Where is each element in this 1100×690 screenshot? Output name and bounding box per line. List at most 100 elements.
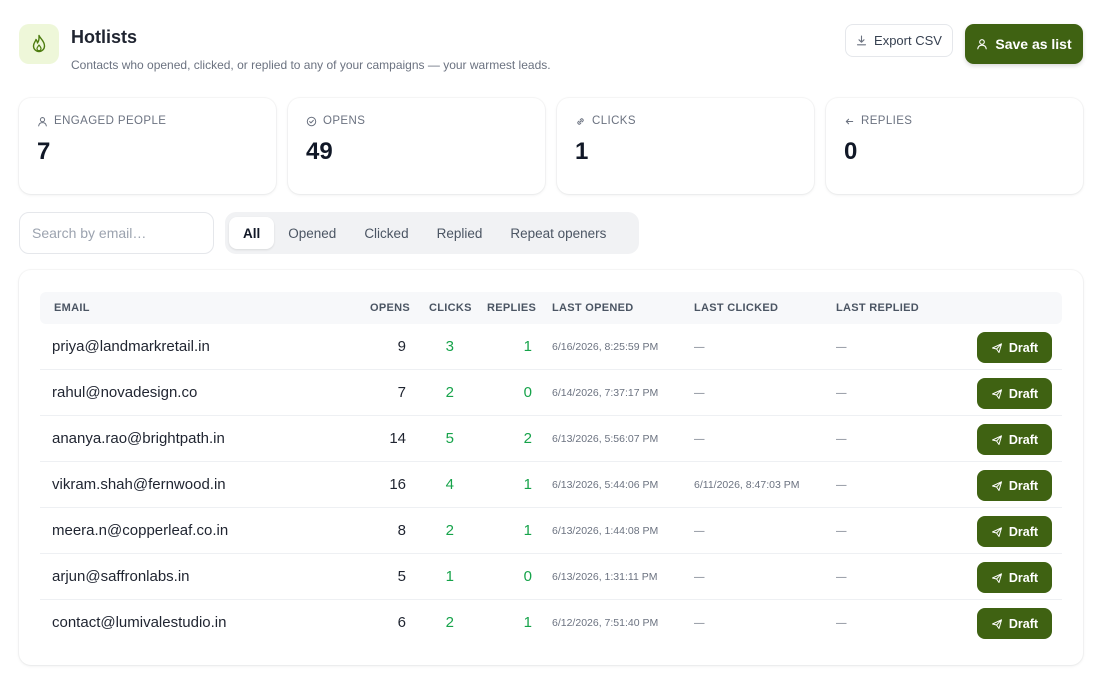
row-email: contact@lumivalestudio.in (52, 614, 227, 631)
row-last-replied: — (836, 617, 847, 629)
row-last-replied: — (836, 525, 847, 537)
draft-label: Draft (1008, 616, 1039, 631)
tab-repeat-openers[interactable]: Repeat openers (496, 217, 620, 249)
column-opens: OPENS (370, 302, 411, 314)
search-input[interactable] (19, 212, 214, 254)
row-last-opened: 6/13/2026, 1:31:11 PM (552, 571, 658, 583)
row-last-replied: — (836, 571, 847, 583)
row-email: arjun@saffronlabs.in (52, 568, 190, 585)
row-replies: 1 (523, 338, 532, 355)
flame-icon (32, 34, 46, 53)
row-email: vikram.shah@fernwood.in (52, 476, 226, 493)
stat-opens: OPENS 49 (288, 98, 545, 194)
stat-replies: REPLIES 0 (826, 98, 1083, 194)
export-csv-label: Export CSV (874, 33, 942, 48)
row-email: rahul@novadesign.co (52, 384, 198, 401)
draft-label: Draft (1008, 478, 1039, 493)
stat-engaged-people: ENGAGED PEOPLE 7 (19, 98, 276, 194)
row-last-replied: — (836, 387, 847, 399)
column-email: EMAIL (54, 302, 90, 314)
draft-button[interactable]: Draft (977, 562, 1052, 593)
stat-value: 1 (575, 138, 589, 165)
row-replies: 0 (523, 568, 532, 585)
row-replies: 1 (523, 522, 532, 539)
row-replies: 1 (523, 476, 532, 493)
column-last-opened: LAST OPENED (552, 302, 634, 314)
table-row: arjun@saffronlabs.in 5 1 0 6/13/2026, 1:31:1… (40, 554, 1062, 600)
table-row: contact@lumivalestudio.in 6 2 1 6/12/2026, 7… (40, 600, 1062, 646)
draft-button[interactable]: Draft (977, 608, 1052, 639)
table-row: rahul@novadesign.co 7 2 0 6/14/2026, 7:37:17… (40, 370, 1062, 416)
column-last-replied: LAST REPLIED (836, 302, 920, 314)
row-last-opened: 6/13/2026, 1:44:08 PM (552, 525, 659, 537)
row-replies: 0 (523, 384, 532, 401)
table-row: priya@landmarkretail.in 9 3 1 6/16/2026, 8:2… (40, 324, 1062, 370)
row-opens: 5 (397, 568, 406, 585)
send-icon (991, 572, 1002, 583)
row-last-clicked: — (694, 433, 705, 445)
tab-all[interactable]: All (229, 217, 275, 249)
send-icon (991, 434, 1002, 445)
reply-icon (845, 118, 854, 124)
users-icon (38, 116, 47, 126)
row-last-replied: — (836, 479, 847, 491)
row-opens: 6 (397, 614, 406, 631)
row-last-opened: 6/13/2026, 5:56:07 PM (552, 433, 659, 445)
tab-clicked[interactable]: Clicked (350, 217, 422, 249)
draft-button[interactable]: Draft (977, 378, 1052, 409)
draft-button[interactable]: Draft (977, 424, 1052, 455)
row-last-opened: 6/12/2026, 7:51:40 PM (552, 617, 659, 629)
row-last-replied: — (836, 433, 847, 445)
send-icon (991, 618, 1002, 629)
stats-row: ENGAGED PEOPLE 7 OPENS 49 CLICKS 1 REPLI… (19, 98, 1083, 194)
save-as-list-label: Save as list (995, 36, 1072, 52)
stat-label: REPLIES (861, 115, 913, 127)
row-email: meera.n@copperleaf.co.in (52, 522, 229, 539)
draft-button[interactable]: Draft (977, 470, 1052, 501)
row-clicks: 1 (445, 568, 454, 585)
draft-label: Draft (1008, 432, 1039, 447)
row-last-clicked: — (694, 387, 705, 399)
export-csv-button[interactable]: Export CSV (845, 24, 953, 57)
stat-label: ENGAGED PEOPLE (54, 115, 167, 127)
draft-button[interactable]: Draft (977, 332, 1052, 363)
row-email: priya@landmarkretail.in (52, 338, 210, 355)
row-email: ananya.rao@brightpath.in (52, 430, 225, 447)
draft-button[interactable]: Draft (977, 516, 1052, 547)
draft-label: Draft (1008, 340, 1039, 355)
column-clicks: CLICKS (429, 302, 472, 314)
row-clicks: 2 (445, 384, 454, 401)
page-header: Hotlists Contacts who opened, clicked, o… (19, 24, 1083, 84)
table-header: EMAIL OPENS CLICKS REPLIES LAST OPENED L… (40, 292, 1062, 324)
link-icon (577, 117, 584, 125)
table-row: vikram.shah@fernwood.in 16 4 1 6/13/2026, 5:… (40, 462, 1062, 508)
row-last-opened: 6/13/2026, 5:44:06 PM (552, 479, 659, 491)
table-row: ananya.rao@brightpath.in 14 5 2 6/13/2026, 5… (40, 416, 1062, 462)
row-last-clicked: — (694, 617, 705, 629)
stat-value: 0 (844, 138, 858, 165)
row-last-replied: — (836, 341, 847, 353)
filter-tabs: All Opened Clicked Replied Repeat opener… (225, 212, 639, 254)
row-clicks: 3 (445, 338, 454, 355)
stat-clicks: CLICKS 1 (557, 98, 814, 194)
tab-replied[interactable]: Replied (423, 217, 497, 249)
save-as-list-button[interactable]: Save as list (965, 24, 1083, 64)
send-icon (991, 526, 1002, 537)
draft-label: Draft (1008, 386, 1039, 401)
row-last-clicked: 6/11/2026, 8:47:03 PM (694, 479, 800, 491)
page-title: Hotlists (71, 27, 138, 47)
stat-label: OPENS (323, 115, 366, 127)
stat-value: 7 (37, 138, 51, 165)
row-clicks: 4 (445, 476, 454, 493)
row-last-clicked: — (694, 525, 705, 537)
row-opens: 9 (397, 338, 406, 355)
hotlist-table: EMAIL OPENS CLICKS REPLIES LAST OPENED L… (19, 270, 1083, 665)
row-last-clicked: — (694, 571, 705, 583)
send-icon (991, 388, 1002, 399)
row-clicks: 2 (445, 522, 454, 539)
check-circle-icon (306, 116, 317, 126)
row-clicks: 2 (445, 614, 454, 631)
download-icon (856, 35, 867, 46)
tab-opened[interactable]: Opened (274, 217, 350, 249)
page-subtitle: Contacts who opened, clicked, or replied… (71, 58, 551, 72)
